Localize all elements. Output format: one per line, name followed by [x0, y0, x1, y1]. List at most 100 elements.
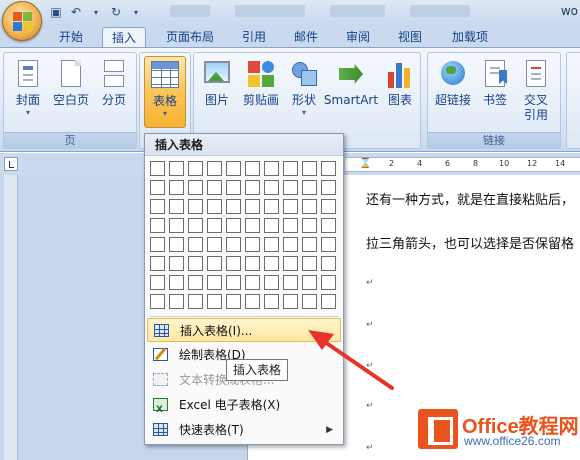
table-grid-cell[interactable]	[283, 199, 298, 214]
tab-references[interactable]: 引用	[234, 27, 274, 48]
table-grid-cell[interactable]	[226, 199, 241, 214]
smartart-button[interactable]: SmartArt	[322, 56, 380, 108]
table-grid-cell[interactable]	[150, 218, 165, 233]
table-grid-cell[interactable]	[245, 294, 260, 309]
blank-page-button[interactable]: 空白页	[50, 56, 92, 108]
table-grid-cell[interactable]	[264, 161, 279, 176]
undo-icon[interactable]: ↶	[68, 4, 84, 20]
table-grid-cell[interactable]	[207, 294, 222, 309]
table-grid-cell[interactable]	[302, 161, 317, 176]
table-grid-cell[interactable]	[321, 218, 336, 233]
table-grid-cell[interactable]	[264, 294, 279, 309]
table-grid-cell[interactable]	[150, 294, 165, 309]
table-grid-cell[interactable]	[321, 294, 336, 309]
tab-add-ins[interactable]: 加载项	[442, 27, 498, 48]
menu-item-quick-tables[interactable]: 快速表格(T) ▶	[147, 418, 341, 442]
table-button[interactable]: 表格 ▾	[144, 56, 186, 128]
menu-item-excel-spreadsheet[interactable]: Excel 电子表格(X)	[147, 393, 341, 422]
table-grid-cell[interactable]	[321, 275, 336, 290]
table-grid-cell[interactable]	[264, 256, 279, 271]
table-grid-cell[interactable]	[226, 294, 241, 309]
indent-marker-icon[interactable]: ⌛	[359, 158, 371, 169]
table-grid-cell[interactable]	[264, 275, 279, 290]
save-icon[interactable]: ▣	[48, 4, 64, 20]
table-grid-cell[interactable]	[150, 161, 165, 176]
dropdown-arrow-icon[interactable]: ▾	[88, 4, 104, 20]
table-grid-cell[interactable]	[302, 294, 317, 309]
shapes-button[interactable]: 形状 ▾	[286, 56, 322, 118]
table-grid-cell[interactable]	[302, 256, 317, 271]
table-grid-cell[interactable]	[245, 237, 260, 252]
table-grid-cell[interactable]	[302, 218, 317, 233]
table-grid-cell[interactable]	[169, 199, 184, 214]
table-grid-cell[interactable]	[321, 199, 336, 214]
table-grid-cell[interactable]	[321, 237, 336, 252]
table-grid-cell[interactable]	[245, 180, 260, 195]
tab-insert[interactable]: 插入	[102, 27, 146, 48]
table-grid-cell[interactable]	[283, 218, 298, 233]
table-grid-cell[interactable]	[245, 199, 260, 214]
table-grid-cell[interactable]	[245, 256, 260, 271]
table-grid-cell[interactable]	[169, 294, 184, 309]
table-grid-cell[interactable]	[245, 161, 260, 176]
redo-icon[interactable]: ↻	[108, 4, 124, 20]
table-grid-cell[interactable]	[188, 218, 203, 233]
table-grid-cell[interactable]	[226, 275, 241, 290]
cross-reference-button[interactable]: 交叉 引用	[514, 56, 558, 123]
document-line[interactable]: 拉三角箭头，也可以选择是否保留格	[366, 233, 574, 252]
table-grid-cell[interactable]	[283, 275, 298, 290]
clip-art-button[interactable]: 剪贴画	[238, 56, 284, 108]
table-grid-cell[interactable]	[264, 180, 279, 195]
table-grid-cell[interactable]	[283, 294, 298, 309]
table-grid-cell[interactable]	[169, 237, 184, 252]
horizontal-ruler[interactable]: ⌛ 2 4 6 8 10 12 14	[345, 157, 580, 172]
table-grid-cell[interactable]	[302, 237, 317, 252]
table-grid-cell[interactable]	[245, 275, 260, 290]
table-grid-cell[interactable]	[188, 294, 203, 309]
table-grid-cell[interactable]	[207, 256, 222, 271]
table-grid-cell[interactable]	[321, 161, 336, 176]
table-grid-cell[interactable]	[226, 218, 241, 233]
table-grid-cell[interactable]	[302, 275, 317, 290]
table-grid-cell[interactable]	[188, 161, 203, 176]
table-grid-cell[interactable]	[283, 237, 298, 252]
table-grid-cell[interactable]	[188, 275, 203, 290]
table-grid-cell[interactable]	[169, 275, 184, 290]
table-grid-cell[interactable]	[226, 237, 241, 252]
table-grid-cell[interactable]	[150, 237, 165, 252]
table-grid-cell[interactable]	[226, 180, 241, 195]
tab-stop-selector[interactable]	[4, 157, 18, 171]
tab-home[interactable]: 开始	[50, 27, 92, 48]
table-grid-cell[interactable]	[150, 199, 165, 214]
table-grid-cell[interactable]	[150, 275, 165, 290]
office-button[interactable]	[2, 1, 42, 41]
table-grid-cell[interactable]	[188, 180, 203, 195]
bookmark-button[interactable]: 书签	[478, 56, 512, 108]
chart-button[interactable]: 图表	[382, 56, 418, 108]
picture-button[interactable]: 图片	[198, 56, 236, 108]
table-grid-cell[interactable]	[207, 199, 222, 214]
document-line[interactable]: 还有一种方式，就是在直接粘贴后，	[366, 189, 574, 208]
table-grid-cell[interactable]	[226, 256, 241, 271]
table-grid-cell[interactable]	[207, 218, 222, 233]
table-grid-cell[interactable]	[169, 218, 184, 233]
table-grid-cell[interactable]	[207, 237, 222, 252]
table-grid-cell[interactable]	[150, 180, 165, 195]
table-grid-cell[interactable]	[264, 199, 279, 214]
customize-qat-icon[interactable]: ▾	[128, 4, 144, 20]
table-size-grid[interactable]	[150, 161, 342, 313]
table-grid-cell[interactable]	[207, 180, 222, 195]
table-grid-cell[interactable]	[150, 256, 165, 271]
table-grid-cell[interactable]	[188, 237, 203, 252]
cover-page-button[interactable]: 封面 ▾	[8, 56, 48, 118]
table-grid-cell[interactable]	[283, 161, 298, 176]
tab-review[interactable]: 审阅	[338, 27, 378, 48]
table-grid-cell[interactable]	[169, 161, 184, 176]
menu-item-insert-table[interactable]: 插入表格(I)...	[147, 318, 341, 342]
table-grid-cell[interactable]	[283, 256, 298, 271]
tab-view[interactable]: 视图	[390, 27, 430, 48]
table-grid-cell[interactable]	[321, 180, 336, 195]
table-grid-cell[interactable]	[264, 237, 279, 252]
table-grid-cell[interactable]	[188, 199, 203, 214]
table-grid-cell[interactable]	[245, 218, 260, 233]
